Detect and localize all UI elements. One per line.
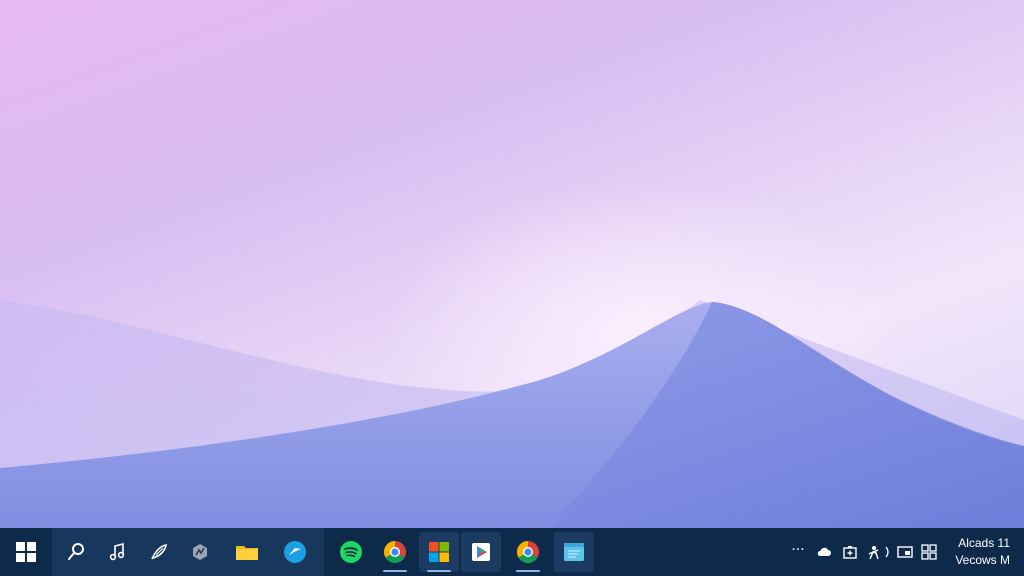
edge-browser-icon: [284, 541, 306, 563]
cloud-icon: [817, 547, 831, 556]
clock-line-1: Alcads 11: [958, 536, 1010, 550]
notepad-button[interactable]: [554, 532, 594, 572]
search-icon: [68, 543, 84, 560]
person-icon: [868, 546, 879, 560]
folder-icon: [236, 546, 258, 560]
running-indicator: [383, 570, 407, 572]
chrome-button-2[interactable]: [508, 532, 548, 572]
taskbar: ··· Alcads 11 Vecows M: [0, 528, 1024, 576]
chrome-button-1[interactable]: [375, 532, 415, 572]
microsoft-store-icon: [429, 542, 449, 562]
feather-icon: [151, 544, 167, 560]
battery-icon: [843, 546, 857, 559]
microsoft-store-button[interactable]: [419, 532, 459, 572]
running-indicator: [516, 570, 540, 572]
tray-overflow-button[interactable]: ···: [789, 542, 807, 558]
windows-logo-icon: [16, 542, 36, 562]
music-app-button[interactable]: [97, 532, 137, 572]
notepad-icon: [564, 543, 584, 561]
tray-cloud-button[interactable]: [816, 544, 832, 560]
chrome-icon: [517, 541, 539, 563]
file-explorer-button[interactable]: [227, 532, 267, 572]
tray-battery-button[interactable]: [842, 544, 858, 560]
spotify-icon: [340, 541, 362, 563]
chrome-icon: [384, 541, 406, 563]
play-store-button[interactable]: [461, 532, 501, 572]
tray-bluetooth-button[interactable]: [883, 544, 893, 560]
running-indicator: [427, 570, 451, 572]
purple-dune-wallpaper: [0, 300, 1024, 528]
feather-app-button[interactable]: [139, 532, 179, 572]
search-button[interactable]: [56, 532, 96, 572]
clock[interactable]: Alcads 11 Vecows M: [930, 535, 1010, 569]
spotify-button[interactable]: [331, 532, 371, 572]
display-icon: [897, 546, 913, 558]
play-store-icon: [472, 543, 490, 561]
bluetooth-icon: [885, 546, 889, 558]
tray-person-button[interactable]: [866, 544, 882, 560]
desktop-wallpaper: [0, 0, 1024, 528]
gray-app-button[interactable]: [180, 532, 220, 572]
app-gray-icon: [193, 544, 207, 560]
tray-display-button[interactable]: [897, 544, 913, 560]
edge-browser-button[interactable]: [275, 532, 315, 572]
clock-line-2: Vecows M: [955, 553, 1010, 567]
music-note-icon: [109, 542, 125, 561]
start-button[interactable]: [6, 532, 46, 572]
